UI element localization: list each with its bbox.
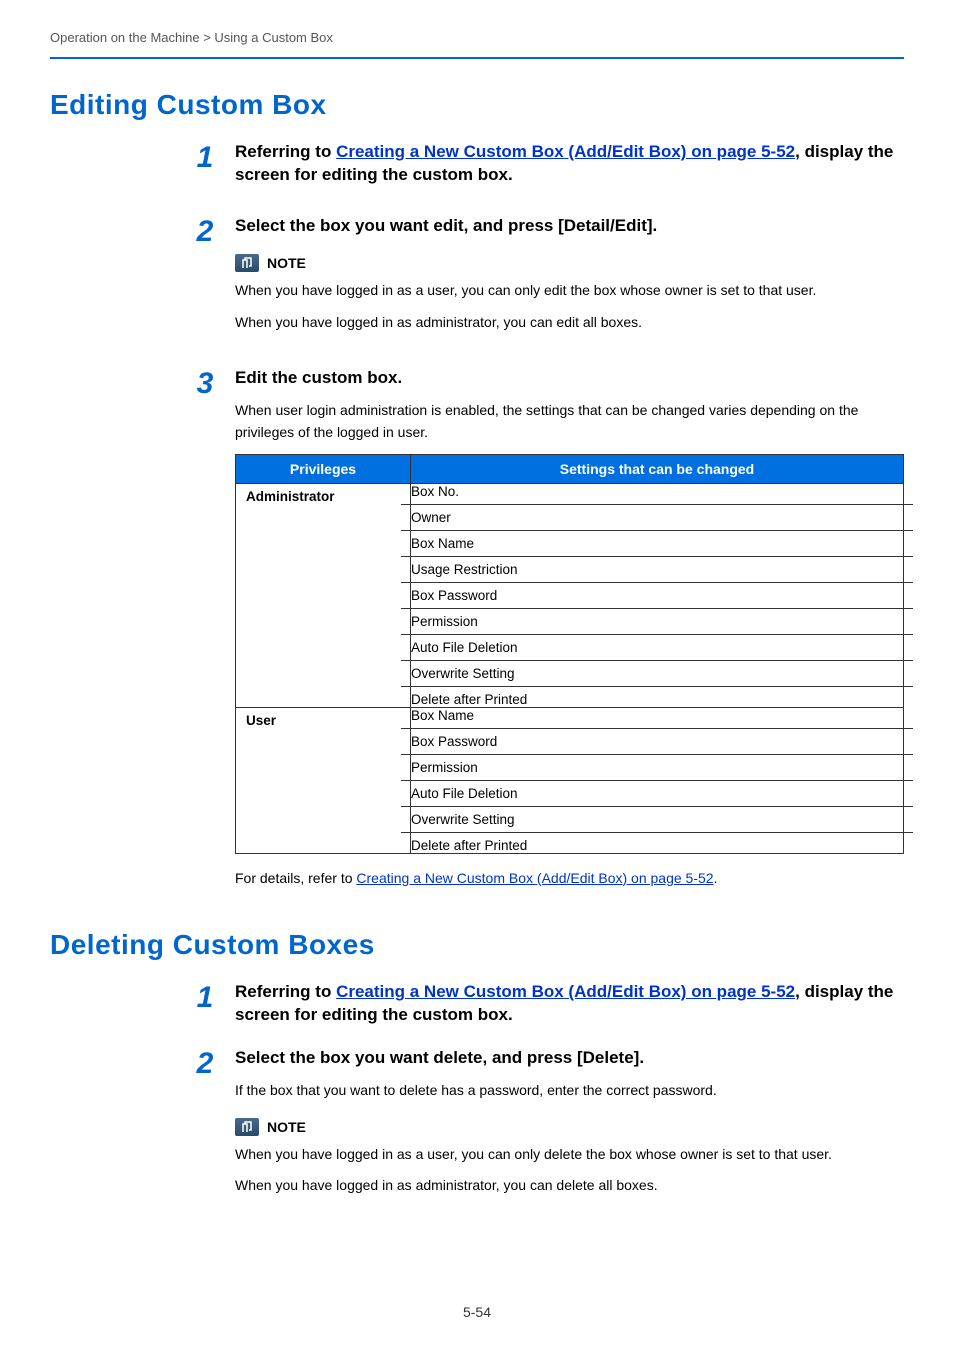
step-1: 1 Referring to Creating a New Custom Box… bbox=[185, 141, 904, 197]
step-heading: Edit the custom box. bbox=[235, 367, 904, 390]
note-text-1: When you have logged in as a user, you c… bbox=[235, 1144, 904, 1166]
setting-item: Box Password bbox=[401, 729, 913, 755]
table-footer: For details, refer to Creating a New Cus… bbox=[235, 868, 904, 890]
setting-item: Owner bbox=[401, 505, 913, 531]
step-number: 1 bbox=[185, 141, 225, 197]
setting-item: Box No. bbox=[401, 479, 913, 505]
setting-item: Box Name bbox=[401, 531, 913, 557]
xref-link[interactable]: Creating a New Custom Box (Add/Edit Box)… bbox=[356, 870, 713, 886]
setting-item: Delete after Printed bbox=[401, 833, 913, 858]
step-heading: Select the box you want delete, and pres… bbox=[235, 1047, 904, 1070]
privileges-table: Privileges Settings that can be changed … bbox=[235, 454, 904, 854]
step-heading: Select the box you want edit, and press … bbox=[235, 215, 904, 238]
footer-suffix: . bbox=[714, 870, 718, 886]
breadcrumb: Operation on the Machine > Using a Custo… bbox=[50, 30, 904, 45]
role-cell: Administrator bbox=[236, 483, 411, 707]
step-body: If the box that you want to delete has a… bbox=[235, 1080, 904, 1102]
note-text-1: When you have logged in as a user, you c… bbox=[235, 280, 904, 302]
setting-item: Usage Restriction bbox=[401, 557, 913, 583]
setting-item: Permission bbox=[401, 755, 913, 781]
step-heading-prefix: Referring to bbox=[235, 982, 336, 1001]
table-row: Administrator Box No. Owner Box Name Usa… bbox=[236, 483, 904, 707]
setting-item: Auto File Deletion bbox=[401, 635, 913, 661]
step-3: 3 Edit the custom box. When user login a… bbox=[185, 367, 904, 899]
note-text-2: When you have logged in as administrator… bbox=[235, 312, 904, 334]
xref-link[interactable]: Creating a New Custom Box (Add/Edit Box)… bbox=[336, 982, 795, 1001]
setting-item: Overwrite Setting bbox=[401, 807, 913, 833]
step-number: 2 bbox=[185, 1047, 225, 1207]
delete-step-1: 1 Referring to Creating a New Custom Box… bbox=[185, 981, 904, 1037]
note-text-2: When you have logged in as administrator… bbox=[235, 1175, 904, 1197]
step-heading: Referring to Creating a New Custom Box (… bbox=[235, 981, 904, 1027]
page-number: 5-54 bbox=[0, 1304, 954, 1320]
note-icon bbox=[235, 254, 259, 272]
step-intro: When user login administration is enable… bbox=[235, 400, 904, 443]
th-privileges: Privileges bbox=[236, 454, 411, 483]
footer-prefix: For details, refer to bbox=[235, 870, 356, 886]
xref-link[interactable]: Creating a New Custom Box (Add/Edit Box)… bbox=[336, 142, 795, 161]
step-2: 2 Select the box you want edit, and pres… bbox=[185, 215, 904, 343]
section-title-editing: Editing Custom Box bbox=[50, 89, 904, 121]
step-number: 2 bbox=[185, 215, 225, 343]
note-label: NOTE bbox=[267, 1119, 306, 1135]
note-label: NOTE bbox=[267, 255, 306, 271]
setting-item: Permission bbox=[401, 609, 913, 635]
table-row: User Box Name Box Password Permission Au… bbox=[236, 707, 904, 853]
delete-step-2: 2 Select the box you want delete, and pr… bbox=[185, 1047, 904, 1207]
section-title-deleting: Deleting Custom Boxes bbox=[50, 929, 904, 961]
header-rule bbox=[50, 57, 904, 59]
note-icon bbox=[235, 1118, 259, 1136]
step-heading-prefix: Referring to bbox=[235, 142, 336, 161]
setting-item: Box Password bbox=[401, 583, 913, 609]
step-number: 1 bbox=[185, 981, 225, 1037]
setting-item: Overwrite Setting bbox=[401, 661, 913, 687]
role-cell: User bbox=[236, 707, 411, 853]
setting-item: Auto File Deletion bbox=[401, 781, 913, 807]
step-number: 3 bbox=[185, 367, 225, 899]
note-block: NOTE When you have logged in as a user, … bbox=[235, 254, 904, 333]
note-block: NOTE When you have logged in as a user, … bbox=[235, 1118, 904, 1197]
step-heading: Referring to Creating a New Custom Box (… bbox=[235, 141, 904, 187]
